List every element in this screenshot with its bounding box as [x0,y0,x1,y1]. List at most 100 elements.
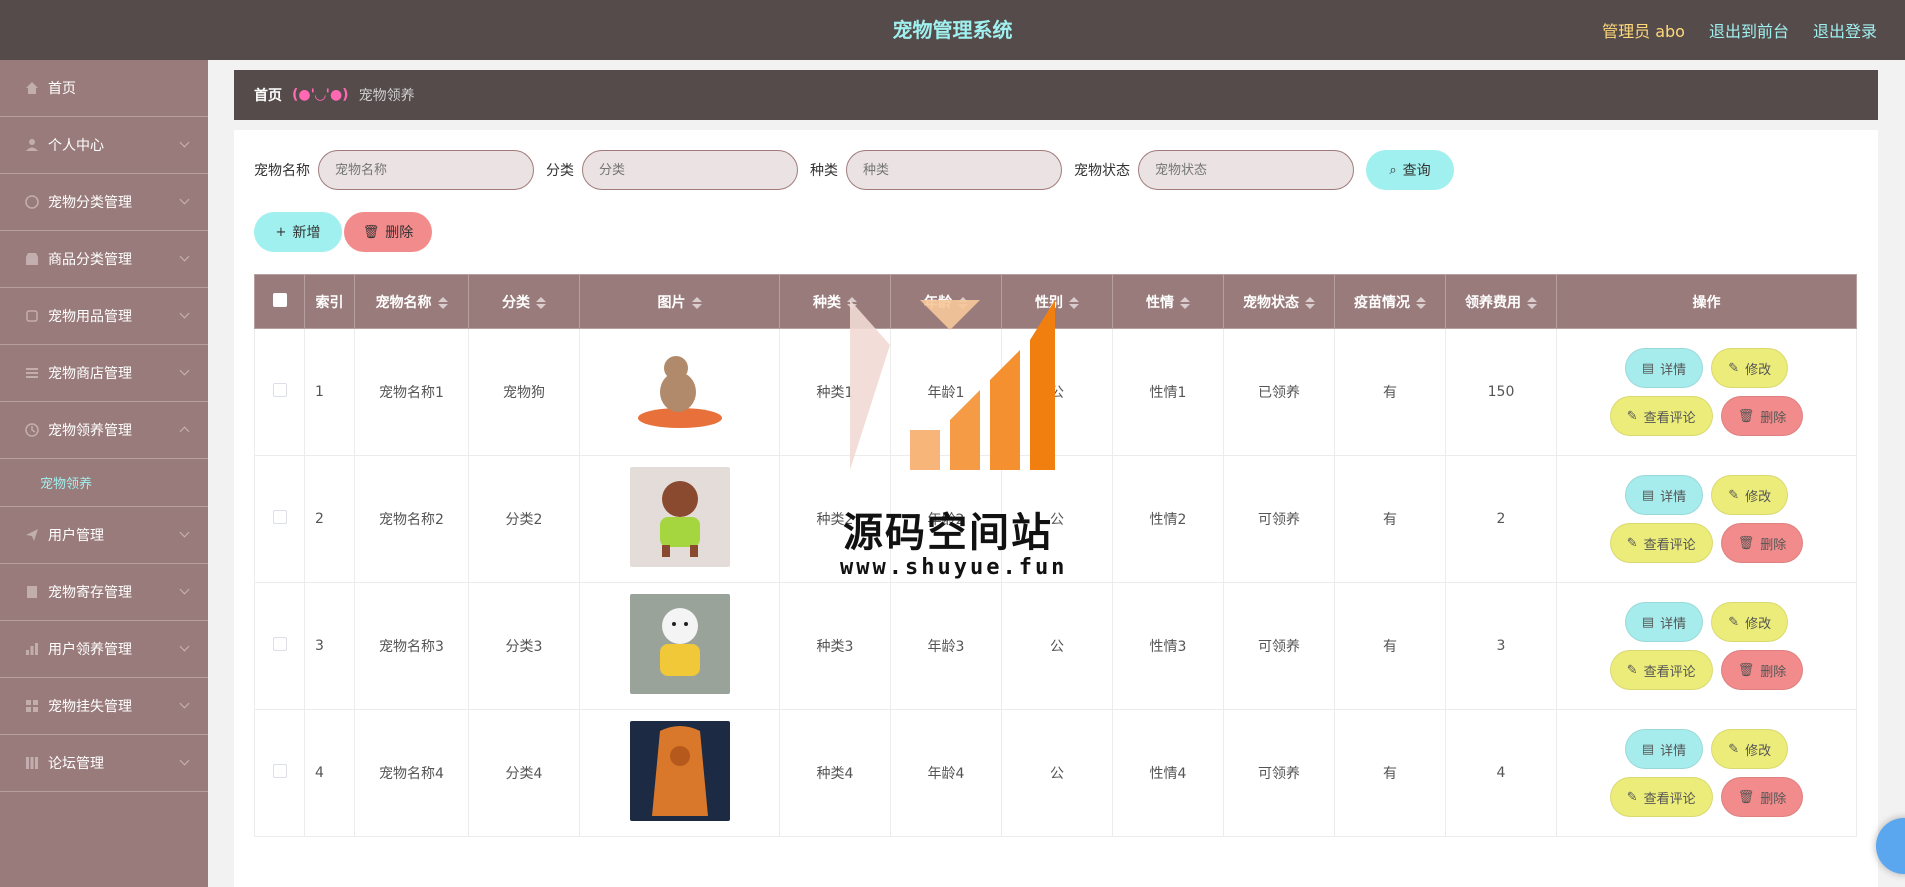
batch-delete-button[interactable]: 🗑 删除 [344,212,432,252]
pet-photo [629,467,730,567]
trash-icon: 🗑 [1737,408,1755,424]
row-checkbox[interactable] [272,383,287,397]
sort-icon[interactable] [437,296,448,309]
status-input[interactable] [1138,150,1354,190]
sidebar-item-pet-boarding[interactable]: 宠物寄存管理 [0,564,208,621]
sidebar-item-pet-lost[interactable]: 宠物挂失管理 [0,678,208,735]
review-button[interactable]: ✎ 查看评论 [1609,523,1713,563]
row-checkbox[interactable] [272,764,287,778]
sidebar-item-profile[interactable]: 个人中心 [0,117,208,174]
pencil-icon: ✎ [1728,614,1740,630]
col-species[interactable]: 种类 [779,274,891,329]
sort-icon[interactable] [1527,296,1537,309]
col-fee[interactable]: 领养费用 [1445,274,1557,329]
col-vaccine[interactable]: 疫苗情况 [1334,274,1446,329]
sidebar-item-pet-shop[interactable]: 宠物商店管理 [0,345,208,402]
detail-button[interactable]: ▤ 详情 [1624,602,1704,642]
review-button[interactable]: ✎ 查看评论 [1609,777,1713,817]
sidebar-item-pet-adoption[interactable]: 宠物领养管理 [0,402,208,459]
query-button[interactable]: ⌕ 查询 [1366,150,1454,190]
sort-icon[interactable] [1416,296,1426,309]
plus-icon: + [275,224,287,240]
delete-button[interactable]: 🗑 删除 [1720,523,1804,563]
front-link[interactable]: 退出到前台 [1709,18,1789,42]
chevron-down-icon [179,365,190,376]
cell-vaccine: 有 [1334,455,1446,583]
sidebar-item-goods-category[interactable]: 商品分类管理 [0,231,208,288]
main-content: 首页 (●'◡'●) 宠物领养 宠物名称 分类 种类 宠物状态 ⌕ 查询 + 新… [208,60,1905,887]
sidebar-item-forum[interactable]: 论坛管理 [0,735,208,792]
sidebar-item-label: 宠物寄存管理 [48,585,132,601]
cell-gender: 公 [1001,328,1113,456]
delete-button[interactable]: 🗑 删除 [1720,777,1804,817]
species-input[interactable] [846,150,1062,190]
table-row: 1 宠物名称1 宠物狗 种类1 年龄1 公 性情1 已领养 有 150 ▤ 详情… [254,328,1857,456]
sidebar-item-user-adoption[interactable]: 用户领养管理 [0,621,208,678]
detail-button[interactable]: ▤ 详情 [1624,475,1704,515]
logout-link[interactable]: 退出登录 [1813,18,1877,42]
edit-button[interactable]: ✎ 修改 [1711,475,1789,515]
sort-icon[interactable] [1180,296,1190,309]
table-row: 2 宠物名称2 分类2 种类2 年龄2 公 性情2 可领养 有 2 ▤ 详情 ✎… [254,455,1857,583]
pet-name-input[interactable] [318,150,534,190]
pet-name-label: 宠物名称 [254,163,310,179]
sidebar-item-users[interactable]: 用户管理 [0,507,208,564]
delete-button-label: 删除 [1760,791,1787,807]
category-input[interactable] [582,150,798,190]
row-select-cell [254,582,305,710]
sort-icon[interactable] [847,296,857,309]
sidebar-item-pet-supplies[interactable]: 宠物用品管理 [0,288,208,345]
delete-button[interactable]: 🗑 删除 [1720,650,1804,690]
cell-category: 分类4 [468,709,580,837]
review-button[interactable]: ✎ 查看评论 [1609,396,1713,436]
edit-button[interactable]: ✎ 修改 [1711,602,1789,642]
cell-picture [579,455,780,583]
table-row: 3 宠物名称3 分类3 种类3 年龄3 公 性情3 可领养 有 3 ▤ 详情 ✎… [254,582,1857,710]
edit-button[interactable]: ✎ 修改 [1711,348,1789,388]
col-temper-label: 性情 [1146,294,1174,311]
select-all-checkbox[interactable] [272,292,287,307]
content-panel: 宠物名称 分类 种类 宠物状态 ⌕ 查询 + 新增 🗑 删除 [234,130,1878,887]
col-age[interactable]: 年龄 [890,274,1002,329]
col-gender[interactable]: 性别 [1001,274,1113,329]
sidebar-subitem-adoption[interactable]: 宠物领养 [0,459,208,507]
cell-gender: 公 [1001,582,1113,710]
pencil-icon: ✎ [1626,408,1638,424]
col-name[interactable]: 宠物名称 [354,274,469,329]
col-index[interactable]: 索引 [304,274,355,329]
sort-icon[interactable] [1305,296,1315,309]
detail-button[interactable]: ▤ 详情 [1624,729,1704,769]
row-checkbox[interactable] [272,637,287,651]
detail-button[interactable]: ▤ 详情 [1624,348,1704,388]
sidebar-item-label: 宠物商店管理 [48,366,132,382]
cell-age: 年龄3 [890,582,1002,710]
review-button[interactable]: ✎ 查看评论 [1609,650,1713,690]
edit-button[interactable]: ✎ 修改 [1711,729,1789,769]
adoption-table: 索引 宠物名称 分类 图片 种类 年龄 性别 性情 宠物状态 疫苗情况 领养费用… [254,274,1857,837]
cell-vaccine: 有 [1334,709,1446,837]
cell-index: 2 [304,455,355,583]
col-status[interactable]: 宠物状态 [1223,274,1335,329]
review-button-label: 查看评论 [1643,537,1696,553]
review-button-label: 查看评论 [1643,410,1696,426]
cell-vaccine: 有 [1334,328,1446,456]
sort-icon[interactable] [1069,296,1079,309]
sidebar-item-label: 个人中心 [48,138,104,154]
cell-actions: ▤ 详情 ✎ 修改 ✎ 查看评论 🗑 删除 [1556,455,1857,583]
sort-icon[interactable] [958,296,968,309]
cell-name: 宠物名称2 [354,455,469,583]
sidebar-item-pet-category[interactable]: 宠物分类管理 [0,174,208,231]
col-category[interactable]: 分类 [468,274,580,329]
row-checkbox[interactable] [272,510,287,524]
col-picture[interactable]: 图片 [579,274,780,329]
sort-icon[interactable] [691,296,702,309]
sidebar-item-home[interactable]: 首页 [0,60,208,117]
sort-icon[interactable] [536,296,546,309]
delete-button[interactable]: 🗑 删除 [1720,396,1804,436]
cell-index: 1 [304,328,355,456]
col-temper[interactable]: 性情 [1112,274,1224,329]
breadcrumb-home[interactable]: 首页 [254,85,282,105]
row-actions-line: ▤ 详情 ✎ 修改 [1624,348,1789,388]
shop-icon [24,251,40,267]
add-button[interactable]: + 新增 [254,212,342,252]
